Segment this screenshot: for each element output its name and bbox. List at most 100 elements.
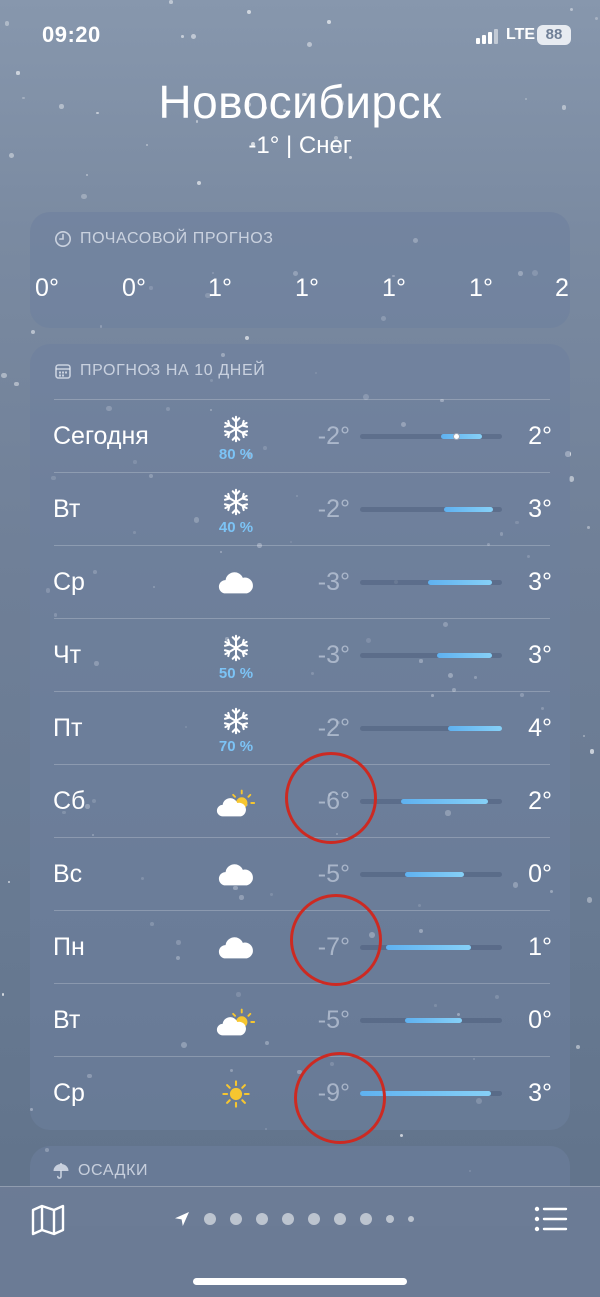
hourly-temp: 2 [555, 274, 569, 302]
ten-day-forecast-panel[interactable]: ПРОГНОЗ НА 10 ДНЕЙ Сегодня 80 % -2° 2° Вт 40 … [30, 344, 570, 1130]
day-name: Вс [53, 860, 83, 888]
sun-icon [214, 1079, 258, 1111]
partly-sunny-icon [214, 787, 258, 819]
temperature-range-bar [360, 653, 502, 658]
high-temp: 3° [528, 1079, 552, 1107]
temperature-range-fill [436, 653, 493, 658]
temperature-range-fill [428, 580, 493, 585]
ten-day-forecast-title: ПРОГНОЗ НА 10 ДНЕЙ [80, 362, 266, 379]
forecast-day-row[interactable]: Пт 70 % -2° 4° [30, 692, 570, 765]
temperature-range-bar [360, 799, 502, 804]
hourly-temp: 1° [295, 274, 319, 302]
temperature-range-fill [405, 1018, 463, 1023]
temperature-range-fill [440, 434, 483, 439]
high-temp: 3° [528, 641, 552, 669]
network-type: LTE [506, 26, 536, 43]
precip-probability: 70 % [218, 738, 254, 755]
hourly-forecast-title: ПОЧАСОВОЙ ПРОГНОЗ [80, 230, 274, 247]
cloud-icon [214, 933, 258, 965]
hourly-temp: 0° [35, 274, 59, 302]
hourly-temperature-row[interactable]: 0° 0° 1° 1° 1° 1° 2 [30, 274, 570, 308]
cloud-icon [214, 568, 258, 600]
hourly-forecast-panel[interactable]: ПОЧАСОВОЙ ПРОГНОЗ 0° 0° 1° 1° 1° 1° 2 [30, 212, 570, 328]
page-dot [334, 1213, 346, 1225]
high-temp: 2° [528, 422, 552, 450]
day-name: Сегодня [53, 422, 149, 450]
precip-probability: 80 % [218, 446, 254, 463]
umbrella-icon [53, 1163, 69, 1179]
temperature-range-fill [401, 799, 488, 804]
page-indicator[interactable] [174, 1211, 414, 1227]
high-temp: 3° [528, 568, 552, 596]
clock-icon [55, 231, 71, 247]
current-conditions: -1° | Снег [248, 132, 352, 159]
snowflake-icon [214, 414, 258, 446]
temperature-range-fill [448, 726, 502, 731]
cloud-icon [214, 860, 258, 892]
annotation-circle [290, 894, 382, 986]
precip-probability: 40 % [218, 519, 254, 536]
temperature-range-fill [385, 945, 471, 950]
forecast-day-row[interactable]: Чт 50 % -3° 3° [30, 619, 570, 692]
high-temp: 4° [528, 714, 552, 742]
hourly-forecast-header: ПОЧАСОВОЙ ПРОГНОЗ [54, 230, 274, 248]
hourly-temp: 0° [122, 274, 146, 302]
low-temp: -3° [317, 641, 350, 669]
high-temp: 0° [528, 860, 552, 888]
annotation-circle [294, 1052, 386, 1144]
day-name: Чт [53, 641, 82, 669]
day-name: Ср [53, 1079, 85, 1107]
page-dot [386, 1215, 394, 1223]
hourly-temp: 1° [208, 274, 232, 302]
page-dot [230, 1213, 242, 1225]
temperature-range-bar [360, 872, 502, 877]
map-icon[interactable] [30, 1203, 66, 1237]
forecast-day-row[interactable]: Сегодня 80 % -2° 2° [30, 400, 570, 473]
calendar-icon [55, 364, 71, 379]
high-temp: 2° [528, 787, 552, 815]
temperature-range-bar [360, 433, 502, 440]
forecast-day-row[interactable]: Вс -5° 0° [30, 838, 570, 911]
day-name: Пн [53, 933, 85, 961]
snowflake-icon [214, 633, 258, 665]
battery-indicator: 88 [537, 25, 571, 45]
hourly-temp: 1° [382, 274, 406, 302]
temperature-range-bar [360, 580, 502, 585]
day-name: Вт [53, 495, 81, 523]
low-temp: -2° [317, 422, 350, 450]
forecast-day-row[interactable]: Ср -3° 3° [30, 546, 570, 619]
precipitation-title: ОСАДКИ [78, 1162, 149, 1179]
forecast-day-row[interactable]: Вт -5° 0° [30, 984, 570, 1057]
day-name: Ср [53, 568, 85, 596]
page-dot [204, 1213, 216, 1225]
home-indicator [193, 1278, 407, 1285]
day-name: Вт [53, 1006, 81, 1034]
hourly-temp: 1° [469, 274, 493, 302]
status-time: 09:20 [42, 22, 101, 47]
bottom-toolbar [0, 1186, 600, 1297]
precip-probability: 50 % [218, 665, 254, 682]
temperature-range-bar [360, 1018, 502, 1023]
current-temp-dot [453, 433, 461, 440]
location-arrow-icon [175, 1212, 189, 1226]
low-temp: -2° [317, 714, 350, 742]
temperature-range-bar [360, 726, 502, 731]
high-temp: 0° [528, 1006, 552, 1034]
day-name: Пт [53, 714, 83, 742]
low-temp: -2° [317, 495, 350, 523]
precipitation-header: ОСАДКИ [52, 1162, 148, 1180]
page-dot [408, 1216, 414, 1222]
forecast-day-row[interactable]: Вт 40 % -2° 3° [30, 473, 570, 546]
annotation-circle [285, 752, 377, 844]
temperature-range-bar [360, 507, 502, 512]
city-list-icon[interactable] [534, 1205, 568, 1233]
page-dot [256, 1213, 268, 1225]
temperature-range-fill [443, 507, 494, 512]
page-dot [308, 1213, 320, 1225]
city-name: Новосибирск [158, 76, 442, 128]
ten-day-forecast-header: ПРОГНОЗ НА 10 ДНЕЙ [54, 362, 265, 380]
day-name: Сб [53, 787, 86, 815]
high-temp: 3° [528, 495, 552, 523]
low-temp: -3° [317, 568, 350, 596]
high-temp: 1° [528, 933, 552, 961]
